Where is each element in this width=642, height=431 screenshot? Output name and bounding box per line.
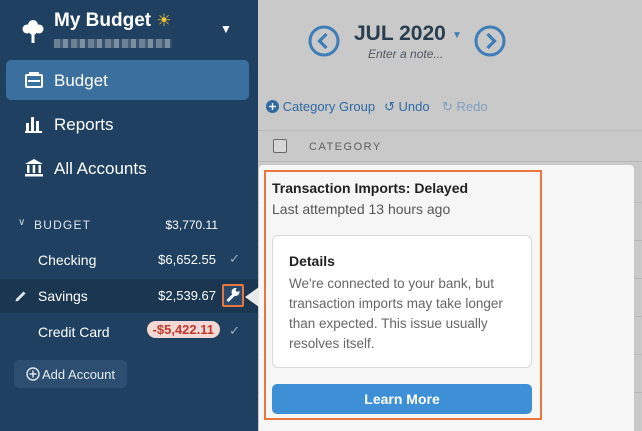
sun-icon: ☀ [156,11,172,30]
account-balance-negative: -$5,422.11 [146,321,220,338]
budget-icon [25,72,43,88]
learn-more-button[interactable]: Learn More [272,384,532,414]
account-credit-card[interactable]: Credit Card -$5,422.11 ✓ [0,315,258,349]
sidebar: My Budget ☀ ▼ Budget Reports All Account… [0,0,258,431]
redo-button[interactable]: ↻ Redo [442,99,488,115]
nav-label: Reports [54,115,114,134]
check-icon: ✓ [229,323,240,338]
bank-icon [25,159,43,177]
section-total: $3,770.11 [165,218,219,232]
check-icon: ✓ [229,251,240,266]
next-month-icon[interactable] [474,25,506,57]
account-balance: $2,539.67 [158,288,216,303]
nav-reports[interactable]: Reports [6,104,249,144]
popover-arrow [245,287,259,307]
month-note[interactable]: Enter a note... [368,47,443,61]
account-balance: $6,652.55 [158,252,216,267]
budget-switcher[interactable]: My Budget ☀ ▼ [18,8,248,54]
account-name: Savings [38,288,88,304]
section-label: BUDGET [34,218,92,232]
chevron-down-icon[interactable]: ∨ [18,217,25,228]
pencil-icon[interactable] [14,289,28,303]
plus-circle-icon [266,100,279,113]
nav-all-accounts[interactable]: All Accounts [6,148,249,188]
nav-label: All Accounts [54,159,147,178]
add-account-button[interactable]: Add Account [14,360,127,388]
popover-title: Transaction Imports: Delayed [272,180,469,196]
budget-name: My Budget ☀ [54,10,172,31]
plus-circle-icon [26,367,40,381]
month-title[interactable]: JUL 2020 [354,22,446,46]
nav-budget[interactable]: Budget [6,60,249,100]
budget-section-header[interactable]: ∨ BUDGET $3,770.11 [0,210,258,238]
details-card: Details We're connected to your bank, bu… [272,235,532,368]
wrench-icon[interactable] [222,284,244,307]
popover-subtitle: Last attempted 13 hours ago [272,201,451,217]
category-column-header: CATEGORY [309,141,382,153]
category-table-header: CATEGORY [258,130,642,162]
chevron-down-icon[interactable]: ▼ [220,22,232,36]
chevron-down-icon[interactable]: ▼ [452,30,462,41]
redacted-email [54,39,172,48]
undo-icon: ↺ [384,99,395,114]
previous-month-icon[interactable] [308,25,340,57]
tree-logo-icon [22,20,44,43]
reports-icon [25,117,42,133]
nav-label: Budget [54,71,108,90]
details-title: Details [289,253,335,269]
redo-icon: ↻ [442,99,453,114]
add-account-label: Add Account [42,367,115,382]
account-name: Credit Card [38,324,110,340]
account-name: Checking [38,252,97,268]
add-category-group-button[interactable]: Category Group [266,99,375,114]
account-checking[interactable]: Checking $6,652.55 ✓ [0,243,258,277]
account-savings[interactable]: Savings $2,539.67 [0,279,258,313]
details-body: We're connected to your bank, but transa… [289,276,503,351]
undo-button[interactable]: ↺ Undo [384,99,430,115]
select-all-checkbox[interactable] [273,139,287,153]
